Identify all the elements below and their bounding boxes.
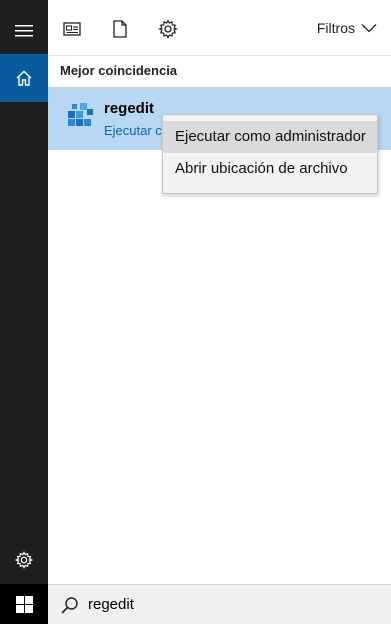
home-icon bbox=[16, 70, 32, 86]
hamburger-icon bbox=[15, 25, 33, 37]
settings-button[interactable] bbox=[0, 537, 48, 583]
open-file-location-menu-item[interactable]: Abrir ubicación de archivo bbox=[163, 153, 377, 185]
search-icon bbox=[61, 596, 78, 614]
gear-icon[interactable] bbox=[158, 19, 178, 39]
filters-dropdown[interactable]: Filtros bbox=[317, 20, 377, 36]
context-menu: Ejecutar como administrador Abrir ubicac… bbox=[162, 114, 378, 194]
filters-label: Filtros bbox=[316, 20, 355, 36]
section-title: Mejor coincidencia bbox=[60, 63, 178, 78]
taskbar-search-box[interactable] bbox=[48, 584, 391, 624]
start-button[interactable] bbox=[0, 584, 48, 624]
apps-icon[interactable] bbox=[62, 19, 82, 39]
registry-editor-icon bbox=[68, 103, 93, 126]
expand-menu-button[interactable] bbox=[0, 8, 48, 54]
search-toolbar: Filtros bbox=[48, 0, 391, 56]
run-as-administrator-menu-item[interactable]: Ejecutar como administrador bbox=[163, 121, 377, 153]
document-icon[interactable] bbox=[110, 19, 130, 39]
result-title: regedit bbox=[104, 100, 155, 117]
start-menu-rail bbox=[0, 0, 48, 624]
chevron-down-icon bbox=[361, 24, 377, 33]
result-subtitle: Ejecutar co bbox=[104, 123, 164, 138]
home-button[interactable] bbox=[0, 54, 48, 102]
gear-icon bbox=[15, 551, 33, 569]
search-input[interactable] bbox=[88, 596, 348, 613]
windows-logo-icon bbox=[15, 595, 33, 613]
